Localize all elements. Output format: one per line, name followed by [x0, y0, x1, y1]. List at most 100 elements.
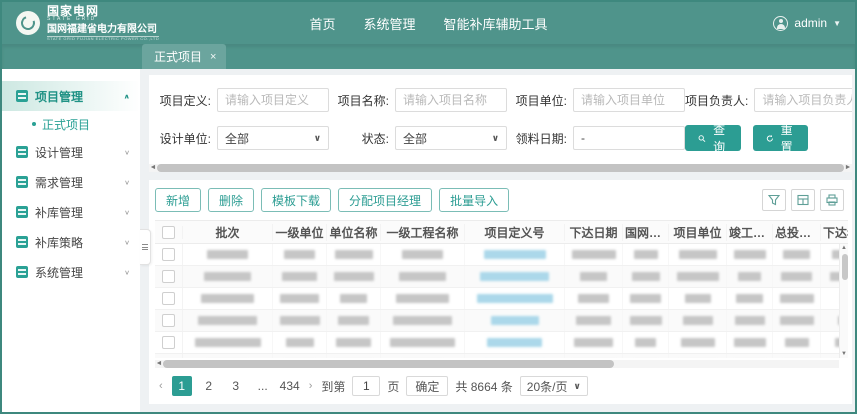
- redacted-text: [735, 316, 765, 325]
- chevron-down-icon: [124, 208, 130, 215]
- tab-formal-project[interactable]: 正式项目 ×: [142, 44, 226, 69]
- next-page-icon[interactable]: ›: [307, 380, 315, 392]
- refresh-icon: [766, 133, 774, 144]
- col-issue-year-investment[interactable]: 下达年份投资（万元）: [821, 224, 848, 241]
- user-menu[interactable]: admin ▼: [773, 16, 841, 31]
- query-button[interactable]: 查询: [685, 125, 741, 151]
- page-button-434[interactable]: 434: [280, 376, 300, 396]
- table-toolbar: 新增 删除 模板下载 分配项目经理 批量导入: [155, 188, 848, 212]
- sidebar-item-design-management[interactable]: 设计管理: [2, 137, 140, 167]
- col-total-investment[interactable]: 总投资（...: [773, 224, 821, 241]
- nav-smart-replenish-tool[interactable]: 智能补库辅助工具: [444, 14, 548, 33]
- redacted-text: [402, 250, 443, 259]
- redacted-text: [679, 250, 717, 259]
- scroll-right-icon[interactable]: ►: [844, 164, 852, 172]
- project-unit-input[interactable]: [573, 88, 685, 112]
- scroll-left-icon[interactable]: ◄: [155, 360, 163, 368]
- nav-system-management[interactable]: 系统管理: [363, 14, 415, 33]
- nav-home[interactable]: 首页: [309, 14, 335, 33]
- scroll-left-icon[interactable]: ◄: [149, 164, 157, 172]
- prev-page-icon[interactable]: ‹: [157, 380, 165, 392]
- chevron-down-icon: [124, 178, 130, 185]
- row-checkbox[interactable]: [162, 270, 175, 283]
- redacted-text: [286, 338, 314, 347]
- row-checkbox[interactable]: [162, 314, 175, 327]
- chevron-down-icon: [124, 238, 130, 245]
- sidebar-item-replenish-management[interactable]: 补库管理: [2, 197, 140, 227]
- scrollbar-thumb[interactable]: [842, 254, 848, 280]
- page-button-1[interactable]: 1: [172, 376, 192, 396]
- table-panel: 新增 删除 模板下载 分配项目经理 批量导入: [149, 180, 852, 404]
- sidebar-item-formal-project[interactable]: 正式项目: [2, 111, 140, 137]
- user-avatar-icon: [773, 16, 788, 31]
- redacted-link[interactable]: [491, 316, 539, 325]
- row-checkbox[interactable]: [162, 292, 175, 305]
- close-icon[interactable]: ×: [210, 51, 216, 63]
- col-first-level-project-name[interactable]: 一级工程名称: [381, 224, 465, 241]
- scrollbar-thumb[interactable]: [163, 360, 614, 368]
- redacted-text: [781, 272, 812, 281]
- form-horizontal-scrollbar[interactable]: ◄ ►: [149, 164, 852, 172]
- delete-button[interactable]: 删除: [208, 188, 254, 212]
- page-number-input[interactable]: [352, 376, 380, 396]
- redacted-link[interactable]: [477, 294, 553, 303]
- table-horizontal-scrollbar[interactable]: ◄: [155, 360, 839, 368]
- confirm-page-button[interactable]: 确定: [406, 376, 448, 396]
- redacted-text: [630, 316, 662, 325]
- goto-label: 到第: [321, 378, 345, 395]
- column-settings-icon[interactable]: [791, 189, 815, 211]
- search-panel: 项目定义: 项目名称: 项目单位: 项目负责人:: [149, 75, 852, 172]
- redacted-link[interactable]: [487, 338, 542, 347]
- sidebar-collapse-handle[interactable]: [140, 229, 151, 265]
- row-checkbox[interactable]: [162, 336, 175, 349]
- page-button-3[interactable]: 3: [226, 376, 246, 396]
- col-completion-year[interactable]: 竣工年份: [727, 224, 773, 241]
- scroll-up-icon[interactable]: ▲: [840, 245, 848, 251]
- print-icon[interactable]: [820, 189, 844, 211]
- redacted-text: [282, 272, 317, 281]
- pagination: ‹ 1 2 3 ... 434 › 到第 页 确定 共 8664 条 20条/页…: [155, 372, 848, 404]
- redacted-text: [685, 294, 711, 303]
- redacted-text: [780, 294, 814, 303]
- col-grid-category[interactable]: 国网分类: [623, 224, 669, 241]
- project-name-input[interactable]: [395, 88, 507, 112]
- col-batch[interactable]: 批次: [183, 224, 273, 241]
- col-issue-date[interactable]: 下达日期: [565, 224, 623, 241]
- sidebar-item-system-management[interactable]: 系统管理: [2, 257, 140, 287]
- design-unit-select[interactable]: 全部 ∨: [217, 126, 329, 150]
- app-window: 国家电网 STATE GRID 国网福建省电力有限公司 STATE GRID F…: [0, 0, 857, 414]
- sidebar-item-project-management[interactable]: 项目管理: [2, 81, 140, 111]
- template-download-button[interactable]: 模板下载: [261, 188, 331, 212]
- redacted-text: [572, 250, 616, 259]
- project-manager-input[interactable]: [754, 88, 852, 112]
- search-icon: [698, 133, 706, 144]
- project-definition-input[interactable]: [217, 88, 329, 112]
- col-first-level-unit[interactable]: 一级单位: [273, 224, 327, 241]
- redacted-link[interactable]: [480, 272, 549, 281]
- redacted-text: [338, 316, 369, 325]
- project-definition-label: 项目定义:: [151, 92, 217, 109]
- sidebar-item-replenish-strategy[interactable]: 补库策略: [2, 227, 140, 257]
- col-project-unit[interactable]: 项目单位: [669, 224, 727, 241]
- state-grid-logo-icon: [16, 11, 40, 35]
- col-project-definition-no[interactable]: 项目定义号: [465, 224, 565, 241]
- select-all-checkbox[interactable]: [162, 226, 175, 239]
- add-button[interactable]: 新增: [155, 188, 201, 212]
- row-checkbox[interactable]: [162, 248, 175, 261]
- status-select[interactable]: 全部 ∨: [395, 126, 507, 150]
- filter-icon[interactable]: [762, 189, 786, 211]
- batch-import-button[interactable]: 批量导入: [439, 188, 509, 212]
- page-size-select[interactable]: 20条/页 ∨: [520, 376, 588, 396]
- material-date-input[interactable]: [573, 126, 685, 150]
- col-unit-name[interactable]: 单位名称: [327, 224, 381, 241]
- scroll-down-icon[interactable]: ▼: [840, 351, 848, 357]
- redacted-link[interactable]: [484, 250, 546, 259]
- scrollbar-thumb[interactable]: [157, 164, 844, 172]
- reset-button[interactable]: 重置: [753, 125, 809, 151]
- table-vertical-scrollbar[interactable]: ▲ ▼: [839, 244, 848, 358]
- sidebar-item-demand-management[interactable]: 需求管理: [2, 167, 140, 197]
- page-button-2[interactable]: 2: [199, 376, 219, 396]
- document-icon: [16, 146, 28, 158]
- assign-project-manager-button[interactable]: 分配项目经理: [338, 188, 432, 212]
- warehouse-icon: [16, 206, 28, 218]
